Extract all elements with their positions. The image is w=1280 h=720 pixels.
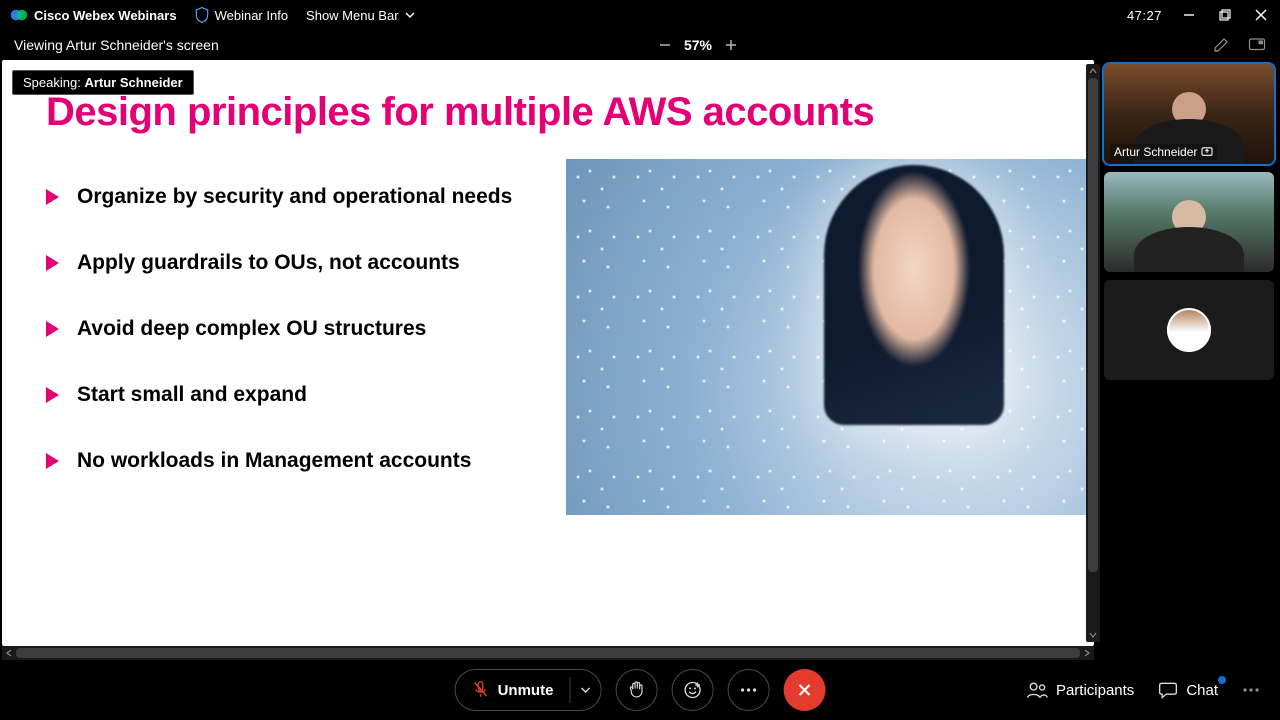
unmute-button[interactable]: Unmute xyxy=(455,669,602,711)
video-tile[interactable] xyxy=(1104,280,1274,380)
zoom-out-button[interactable] xyxy=(658,38,672,52)
slide-bullet: Start small and expand xyxy=(46,383,566,407)
bullet-triangle-icon xyxy=(46,387,59,403)
scroll-left-arrow-icon[interactable] xyxy=(2,646,16,660)
share-info-bar: Viewing Artur Schneider's screen 57% xyxy=(0,30,1280,60)
scroll-right-arrow-icon[interactable] xyxy=(1080,646,1094,660)
slide-bullet: Avoid deep complex OU structures xyxy=(46,317,566,341)
bullet-triangle-icon xyxy=(46,189,59,205)
more-horizontal-icon xyxy=(1242,687,1260,693)
app-title: Cisco Webex Webinars xyxy=(34,8,177,23)
avatar-icon xyxy=(1167,308,1211,352)
pop-out-icon xyxy=(1248,37,1266,53)
window-minimize-button[interactable] xyxy=(1180,6,1198,24)
chat-panel-button[interactable]: Chat xyxy=(1158,680,1218,700)
more-horizontal-icon xyxy=(739,687,757,693)
chat-notification-dot xyxy=(1218,676,1226,684)
speaking-prefix: Speaking: xyxy=(23,75,81,90)
viewing-screen-label: Viewing Artur Schneider's screen xyxy=(14,37,219,53)
bullet-text: Apply guardrails to OUs, not accounts xyxy=(77,251,460,275)
app-brand: Cisco Webex Webinars xyxy=(10,6,177,24)
maximize-icon xyxy=(1219,9,1231,21)
more-options-button[interactable] xyxy=(727,669,769,711)
scroll-down-arrow-icon[interactable] xyxy=(1086,628,1100,642)
participants-icon xyxy=(1026,680,1048,700)
bullet-triangle-icon xyxy=(46,453,59,469)
video-tile[interactable] xyxy=(1104,172,1274,272)
panel-options-button[interactable] xyxy=(1242,687,1260,693)
meeting-controls-bar: Unmute xyxy=(0,660,1280,720)
speaking-now-badge: Speaking: Artur Schneider xyxy=(12,70,194,95)
pencil-icon xyxy=(1212,36,1230,54)
screen-share-icon xyxy=(1201,147,1213,157)
chevron-down-icon xyxy=(580,687,590,693)
smiley-icon xyxy=(682,680,702,700)
participants-panel-button[interactable]: Participants xyxy=(1026,680,1134,700)
horizontal-scrollbar[interactable] xyxy=(2,646,1094,660)
pop-out-button[interactable] xyxy=(1248,37,1266,53)
mic-muted-icon xyxy=(472,680,490,700)
window-maximize-button[interactable] xyxy=(1216,6,1234,24)
slide-bullet: Apply guardrails to OUs, not accounts xyxy=(46,251,566,275)
unmute-label: Unmute xyxy=(498,682,554,699)
zoom-controls: 57% xyxy=(658,37,738,53)
chat-label: Chat xyxy=(1186,682,1218,699)
presentation-slide: Design principles for multiple AWS accou… xyxy=(2,60,1094,646)
chevron-down-icon xyxy=(405,12,415,18)
webinar-info-label: Webinar Info xyxy=(215,8,288,23)
window-close-button[interactable] xyxy=(1252,6,1270,24)
bullet-text: No workloads in Management accounts xyxy=(77,449,471,473)
zoom-value: 57% xyxy=(684,37,712,53)
shared-screen-area: Design principles for multiple AWS accou… xyxy=(0,60,1100,660)
video-tile-name: Artur Schneider xyxy=(1110,144,1217,160)
show-menu-bar-button[interactable]: Show Menu Bar xyxy=(306,8,415,23)
chat-icon xyxy=(1158,680,1178,700)
annotate-button[interactable] xyxy=(1212,36,1230,54)
slide-image xyxy=(566,159,1094,515)
elapsed-time: 47:27 xyxy=(1127,8,1162,23)
scroll-up-arrow-icon[interactable] xyxy=(1086,64,1100,78)
title-bar: Cisco Webex Webinars Webinar Info Show M… xyxy=(0,0,1280,30)
leave-meeting-button[interactable] xyxy=(783,669,825,711)
reactions-button[interactable] xyxy=(671,669,713,711)
plus-icon xyxy=(724,38,738,52)
menu-bar-label: Show Menu Bar xyxy=(306,8,399,23)
zoom-in-button[interactable] xyxy=(724,38,738,52)
participant-video-strip: Artur Schneider xyxy=(1100,60,1280,660)
bullet-triangle-icon xyxy=(46,321,59,337)
webinar-info-button[interactable]: Webinar Info xyxy=(195,7,288,23)
bullet-triangle-icon xyxy=(46,255,59,271)
video-tile-active-speaker[interactable]: Artur Schneider xyxy=(1104,64,1274,164)
close-icon xyxy=(1255,9,1267,21)
scrollbar-thumb[interactable] xyxy=(1088,78,1098,572)
scrollbar-thumb[interactable] xyxy=(16,648,1080,658)
vertical-scrollbar[interactable] xyxy=(1086,64,1100,642)
audio-options-chevron[interactable] xyxy=(580,687,590,693)
participants-label: Participants xyxy=(1056,682,1134,699)
minus-icon xyxy=(658,38,672,52)
minimize-icon xyxy=(1183,9,1195,21)
shield-icon xyxy=(195,7,209,23)
raise-hand-icon xyxy=(627,680,645,700)
raise-hand-button[interactable] xyxy=(615,669,657,711)
slide-bullet-list: Organize by security and operational nee… xyxy=(46,159,566,515)
close-icon xyxy=(796,682,812,698)
slide-bullet: No workloads in Management accounts xyxy=(46,449,566,473)
webex-logo-icon xyxy=(10,6,28,24)
bullet-text: Organize by security and operational nee… xyxy=(77,185,512,209)
speaking-name: Artur Schneider xyxy=(84,75,182,90)
bullet-text: Avoid deep complex OU structures xyxy=(77,317,426,341)
bullet-text: Start small and expand xyxy=(77,383,307,407)
slide-bullet: Organize by security and operational nee… xyxy=(46,185,566,209)
